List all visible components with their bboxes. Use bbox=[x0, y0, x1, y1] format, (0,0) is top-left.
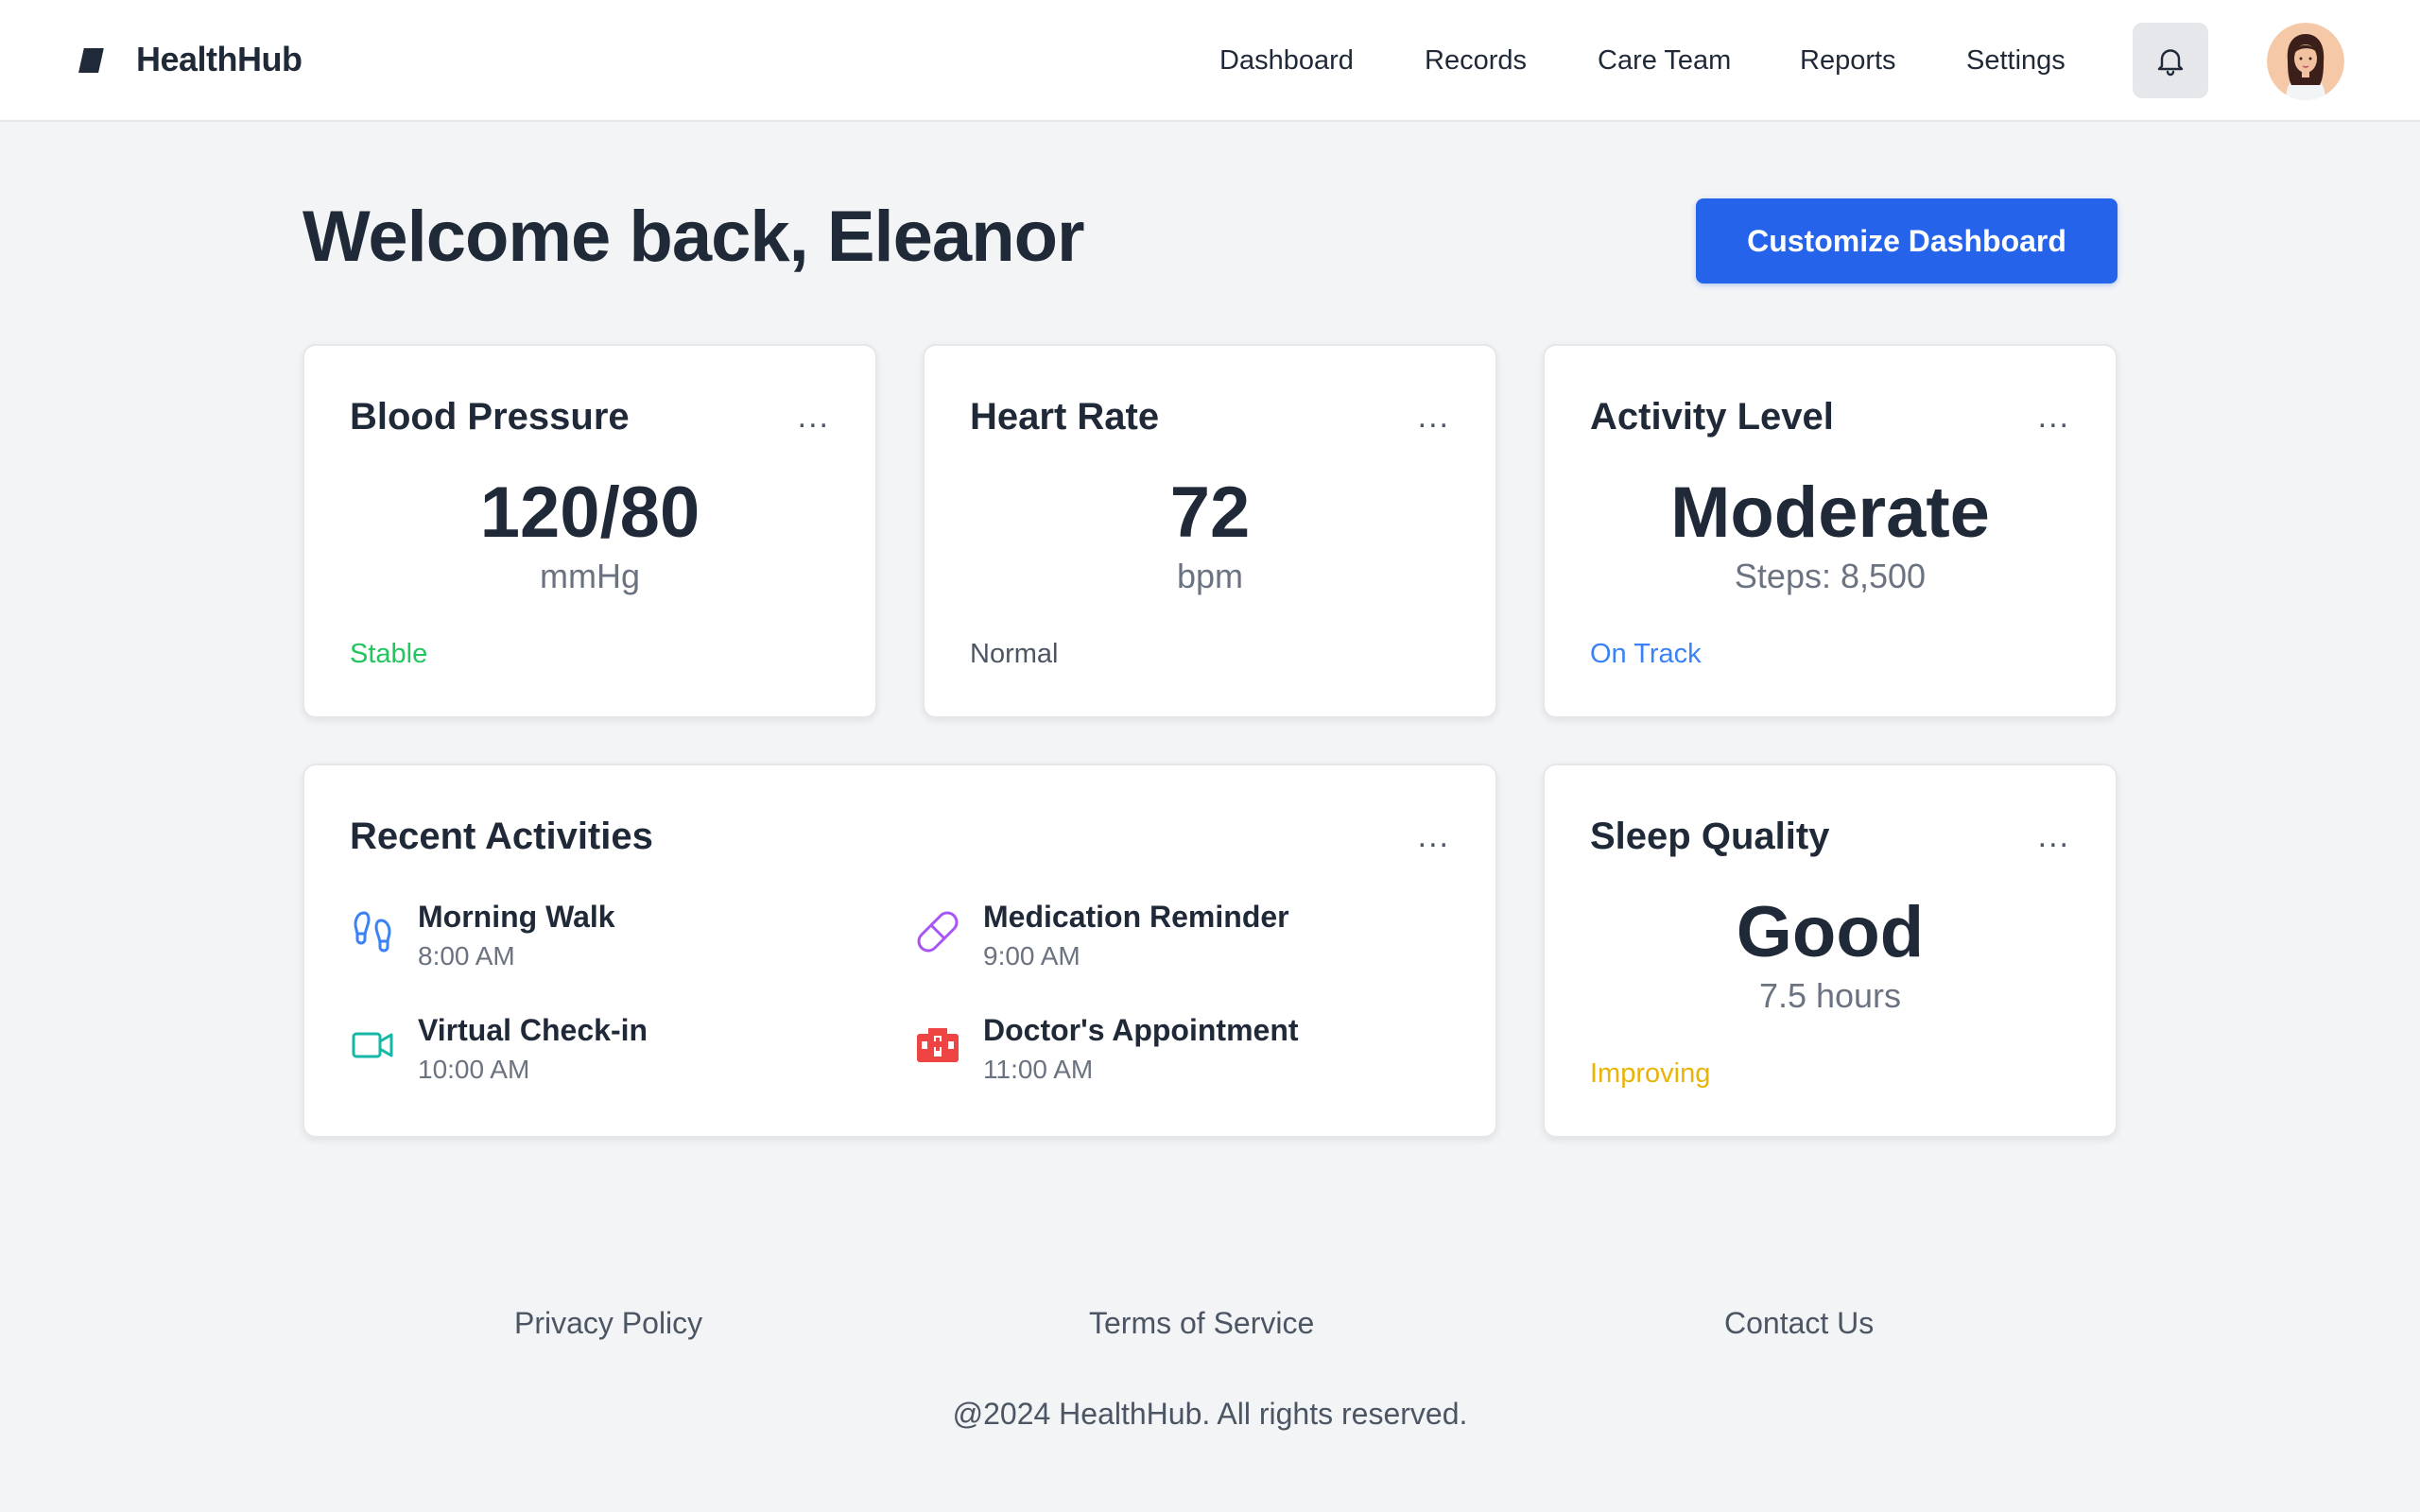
blood-pressure-value: 120/80 bbox=[479, 472, 700, 553]
more-options-button[interactable]: ... bbox=[2038, 401, 2070, 433]
card-title: Activity Level bbox=[1590, 396, 1834, 438]
avatar-image bbox=[2267, 23, 2344, 100]
activity-name: Morning Walk bbox=[418, 900, 615, 934]
more-options-button[interactable]: ... bbox=[1418, 820, 1450, 852]
activity-level-value: Moderate bbox=[1670, 472, 1990, 553]
nav-dashboard[interactable]: Dashboard bbox=[1219, 42, 1354, 79]
footprints-icon bbox=[354, 911, 391, 953]
nav-records[interactable]: Records bbox=[1425, 42, 1527, 79]
more-options-button[interactable]: ... bbox=[1418, 401, 1450, 433]
brand-name[interactable]: HealthHub bbox=[136, 38, 302, 81]
blood-pressure-card: Blood Pressure ... 120/80 mmHg Stable bbox=[302, 344, 877, 718]
pill-icon bbox=[917, 911, 959, 953]
activity-time: 11:00 AM bbox=[983, 1055, 1094, 1084]
activity-time: 10:00 AM bbox=[418, 1055, 530, 1084]
more-options-button[interactable]: ... bbox=[2038, 820, 2070, 852]
card-title: Blood Pressure bbox=[350, 396, 630, 438]
footer-contact-link[interactable]: Contact Us bbox=[1724, 1302, 1874, 1344]
recent-activities-card: Recent Activities ... Morning Walk 8:00 … bbox=[302, 764, 1497, 1138]
user-avatar[interactable] bbox=[2267, 23, 2344, 100]
notifications-button[interactable] bbox=[2133, 23, 2208, 98]
card-title: Heart Rate bbox=[970, 396, 1160, 438]
footer-privacy-policy-link[interactable]: Privacy Policy bbox=[514, 1302, 702, 1344]
heart-rate-card: Heart Rate ... 72 bpm Normal bbox=[923, 344, 1497, 718]
nav-reports[interactable]: Reports bbox=[1800, 42, 1896, 79]
blood-pressure-status: Stable bbox=[350, 639, 428, 669]
sleep-quality-value: Good bbox=[1736, 892, 1925, 972]
more-options-button[interactable]: ... bbox=[798, 401, 830, 433]
card-title: Sleep Quality bbox=[1590, 816, 1830, 857]
activity-name: Medication Reminder bbox=[983, 900, 1289, 934]
nav-settings[interactable]: Settings bbox=[1966, 42, 2066, 79]
hospital-icon bbox=[917, 1028, 959, 1062]
sleep-quality-card: Sleep Quality ... Good 7.5 hours Improvi… bbox=[1543, 764, 2118, 1138]
page-title: Welcome back, Eleanor bbox=[302, 197, 1085, 277]
bell-icon bbox=[2157, 49, 2184, 77]
activity-level-card: Activity Level ... Moderate Steps: 8,500… bbox=[1543, 344, 2118, 718]
card-title: Recent Activities bbox=[350, 816, 653, 857]
steps-count: Steps: 8,500 bbox=[1734, 557, 1927, 595]
health-logo-icon[interactable] bbox=[76, 46, 104, 75]
sleep-duration: 7.5 hours bbox=[1758, 976, 1902, 1015]
blood-pressure-unit: mmHg bbox=[540, 557, 640, 595]
activity-name: Virtual Check-in bbox=[418, 1013, 648, 1047]
footer-terms-link[interactable]: Terms of Service bbox=[1089, 1302, 1314, 1344]
video-camera-icon bbox=[352, 1032, 393, 1058]
copyright-text: @2024 HealthHub. All rights reserved. bbox=[952, 1397, 1468, 1431]
activity-name: Doctor's Appointment bbox=[983, 1013, 1299, 1047]
sleep-quality-status: Improving bbox=[1590, 1058, 1711, 1089]
top-navbar: HealthHub Dashboard Records Care Team Re… bbox=[0, 0, 2420, 122]
activity-time: 8:00 AM bbox=[418, 941, 515, 971]
activity-level-status: On Track bbox=[1590, 639, 1702, 669]
nav-care-team[interactable]: Care Team bbox=[1598, 42, 1731, 79]
heart-rate-status: Normal bbox=[970, 639, 1059, 669]
customize-dashboard-button[interactable]: Customize Dashboard bbox=[1696, 198, 2118, 284]
heart-rate-value: 72 bbox=[1169, 472, 1251, 553]
heart-rate-unit: bpm bbox=[1176, 557, 1244, 595]
activity-time: 9:00 AM bbox=[983, 941, 1080, 971]
